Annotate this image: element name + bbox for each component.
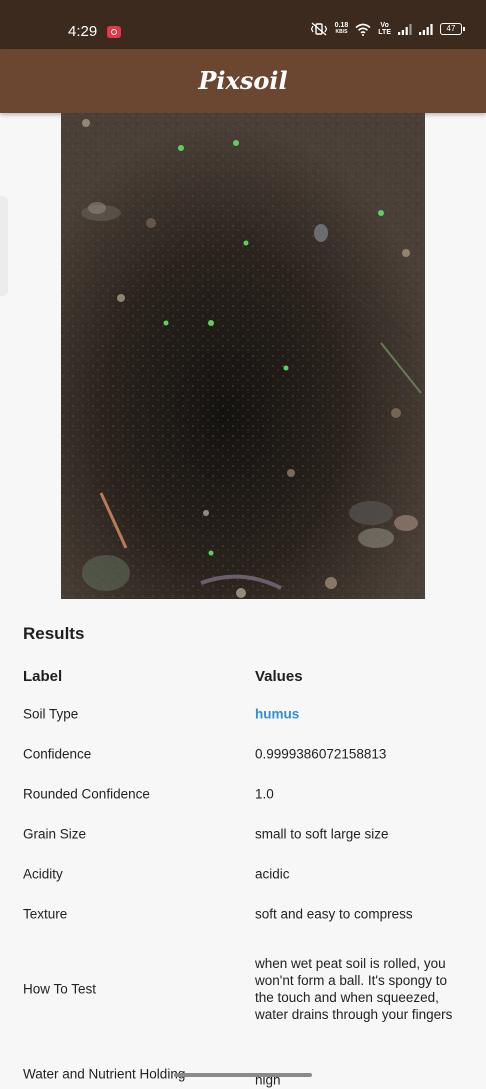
status-icons: 0.18 KB/S Vo LTE 47 [310, 22, 465, 36]
status-bar: 4:29 0.18 KB/S Vo LTE 47 [0, 0, 486, 49]
vibrate-icon [310, 22, 327, 36]
table-row: Confidence 0.9999386072158813 [23, 734, 463, 774]
wifi-icon [355, 23, 371, 36]
signal-icon [419, 23, 433, 35]
edge-handle[interactable] [0, 196, 8, 296]
table-row: Grain Size small to soft large size [23, 814, 463, 854]
app-bar: Pixsoil [0, 49, 486, 113]
column-header-label: Label [23, 668, 63, 685]
volte-icon: Vo LTE [378, 22, 391, 36]
column-header-values: Values [255, 668, 303, 685]
row-value: 0.9999386072158813 [255, 746, 387, 762]
row-value: 1.0 [255, 786, 274, 802]
row-label: Acidity [23, 866, 63, 882]
row-label: How To Test [23, 981, 97, 997]
results-title: Results [23, 624, 85, 643]
row-value: acidic [255, 866, 290, 882]
row-value: when wet peat soil is rolled, you won'nt… [255, 956, 453, 1022]
status-time: 4:29 [68, 23, 98, 40]
row-value: small to soft large size [255, 826, 389, 842]
net-speed: 0.18 KB/S [334, 22, 349, 35]
table-header: Label Values [23, 660, 463, 694]
row-value: soft and easy to compress [255, 906, 413, 922]
row-label: Soil Type [23, 706, 79, 722]
table-row: Texture soft and easy to compress [23, 894, 463, 934]
row-label: Texture [23, 906, 68, 922]
row-label: Grain Size [23, 826, 87, 842]
table-row: Soil Type humus [23, 694, 463, 734]
row-label: Confidence [23, 746, 92, 762]
home-indicator[interactable] [174, 1073, 312, 1077]
row-label: Rounded Confidence [23, 786, 150, 802]
soil-photo [61, 113, 425, 599]
table-row: How To Test when wet peat soil is rolled… [23, 934, 463, 1044]
table-row: Water and Nutrient Holding high [23, 1044, 463, 1088]
signal-icon [398, 23, 412, 35]
soil-type-link[interactable]: humus [255, 706, 463, 723]
results-table: Label Values Soil Type humus Confidence … [23, 660, 463, 1088]
table-row: Acidity acidic [23, 854, 463, 894]
screen-record-icon [107, 26, 121, 38]
battery-icon: 47 [440, 23, 465, 35]
table-row: Rounded Confidence 1.0 [23, 774, 463, 814]
app-title: Pixsoil [198, 66, 288, 95]
